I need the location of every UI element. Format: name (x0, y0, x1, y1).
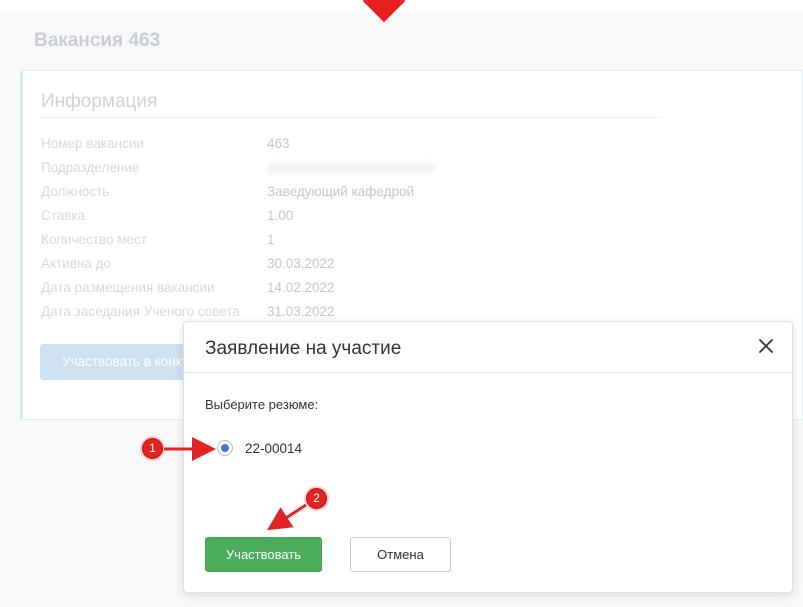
annotation-badge-1: 1 (142, 438, 163, 459)
annotation-arrow-2 (266, 503, 307, 531)
annotation-arrows (164, 437, 307, 531)
annotation-badge-2: 2 (306, 488, 327, 509)
